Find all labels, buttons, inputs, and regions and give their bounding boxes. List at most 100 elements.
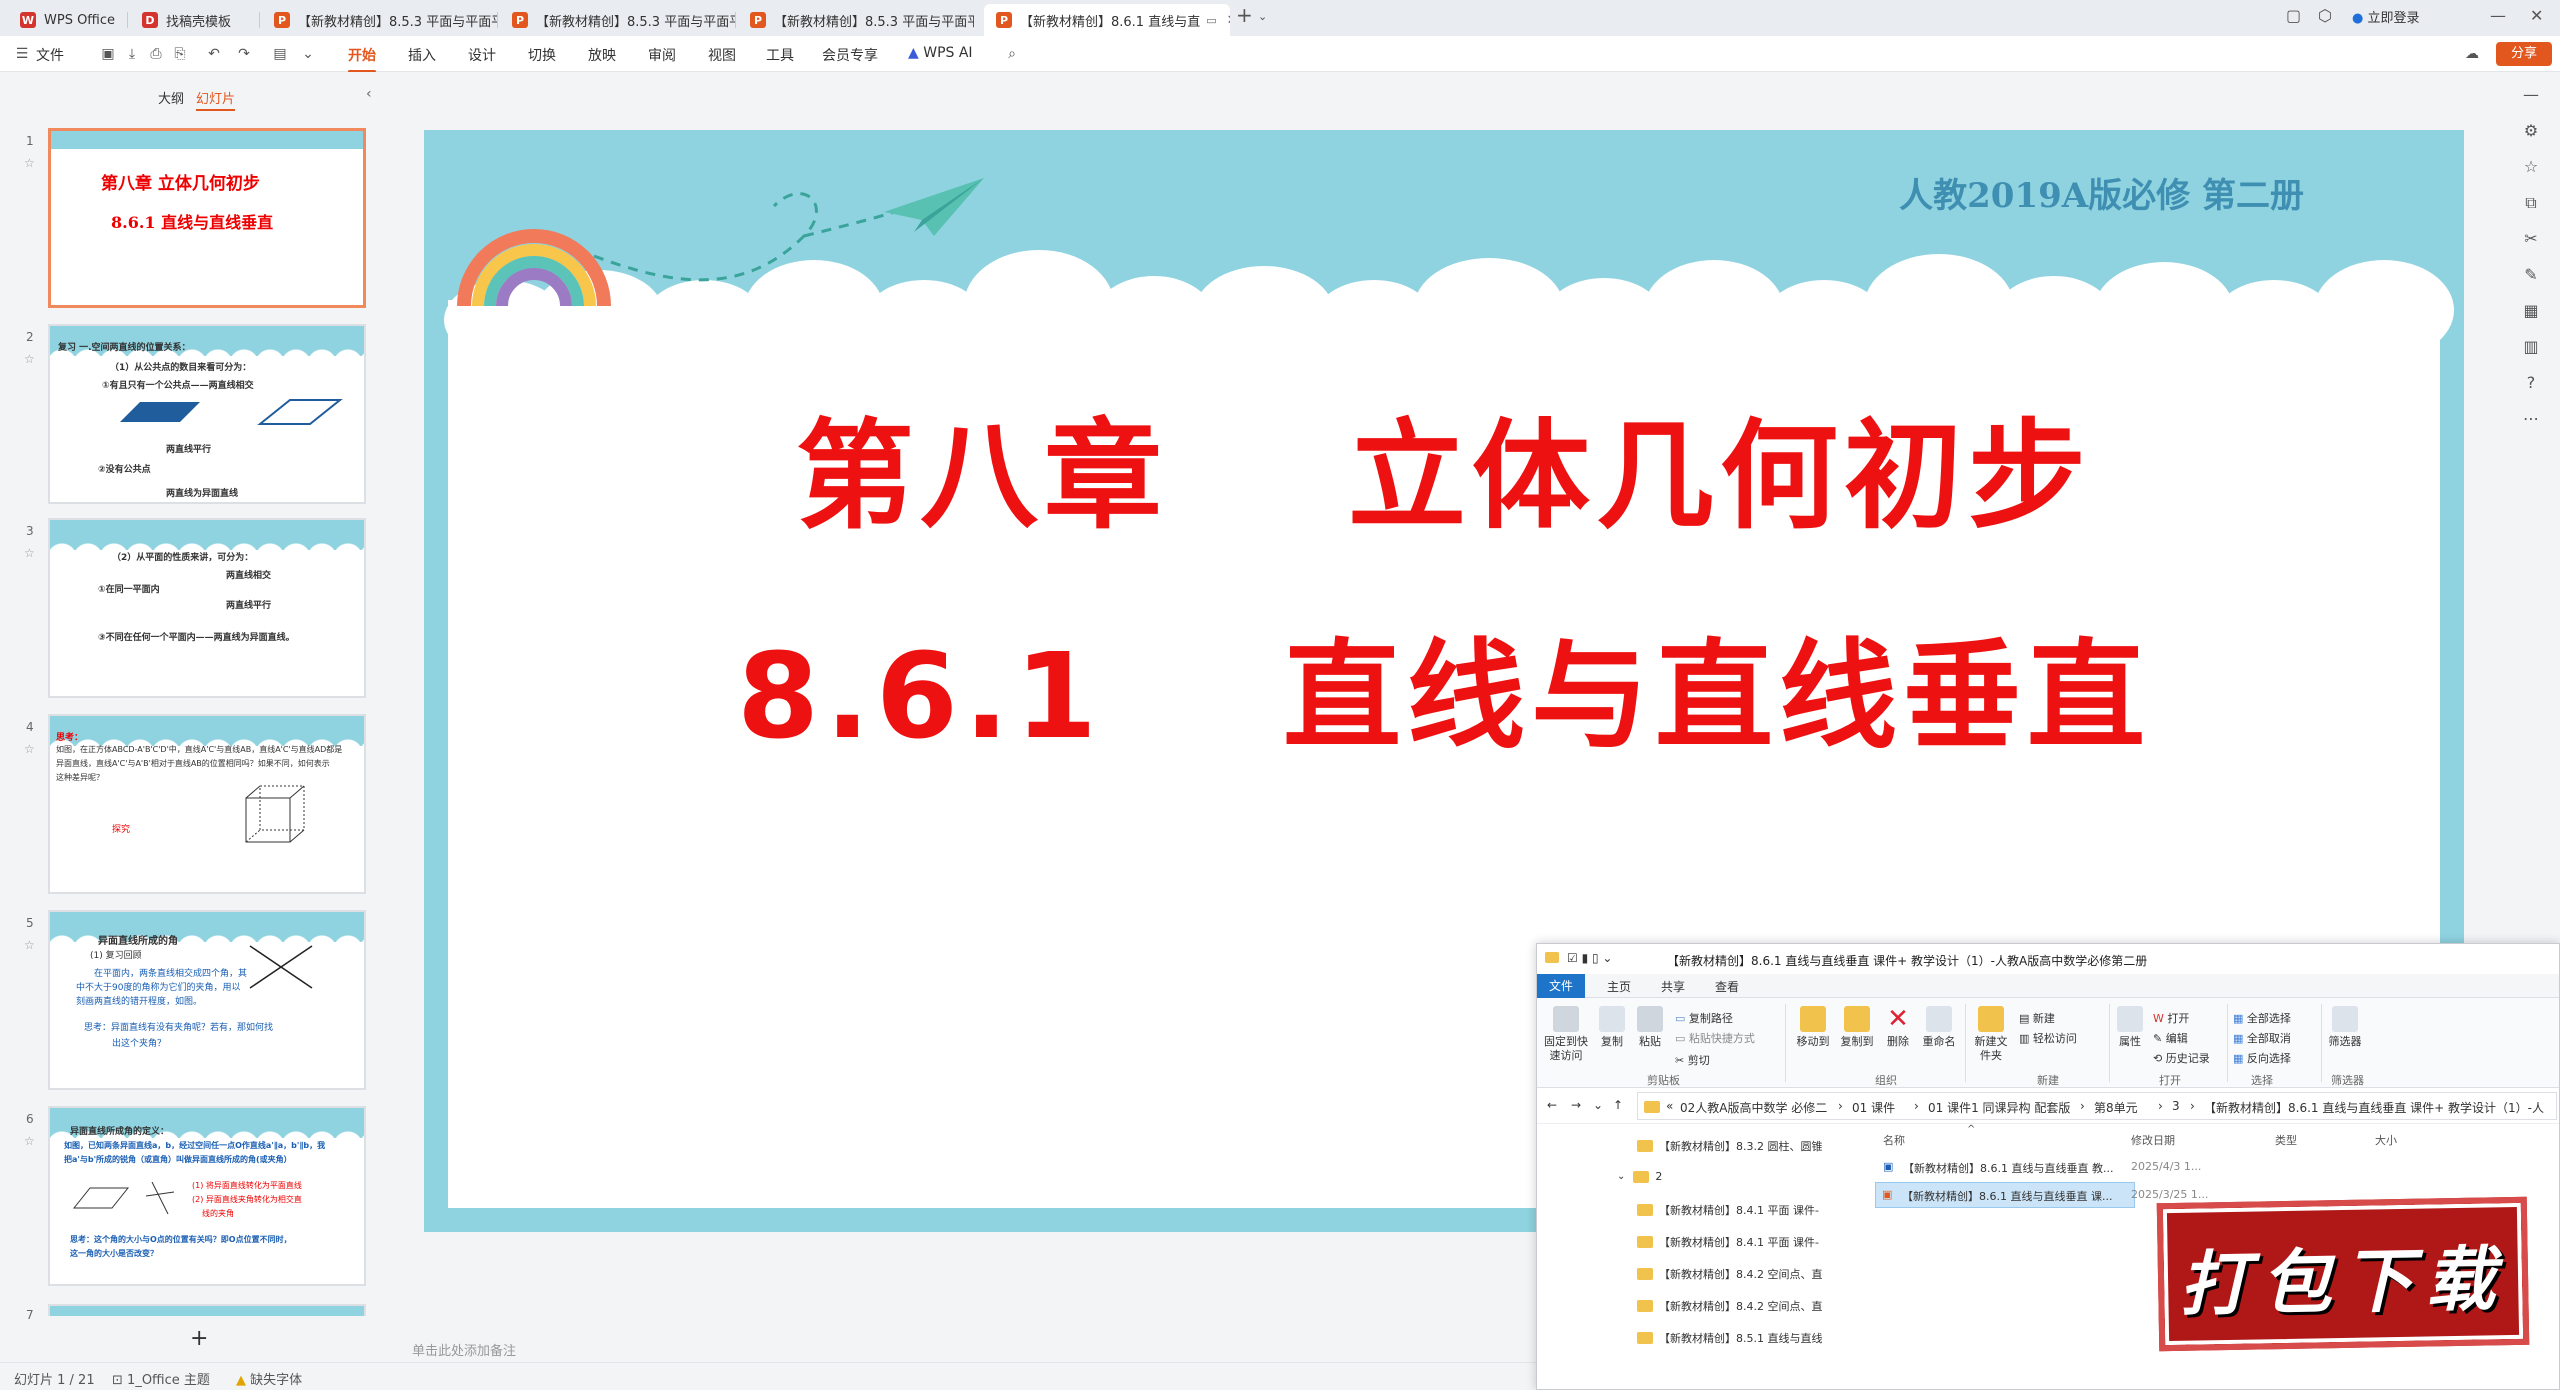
copy-button[interactable]: 复制 <box>1595 1006 1629 1049</box>
easy-access-button[interactable]: ▥ 轻松访问 <box>2019 1030 2077 1046</box>
file-menu[interactable]: 文件 <box>36 45 64 65</box>
menu-view[interactable]: 视图 <box>708 45 736 65</box>
back-arrow-icon[interactable]: ← <box>1547 1098 1557 1112</box>
move-to-button[interactable]: 移动到 <box>1793 1006 1833 1049</box>
column-type[interactable]: 类型 <box>2275 1132 2297 1148</box>
new-folder-button[interactable]: 新建文件夹 <box>1971 1006 2011 1063</box>
collapse-icon[interactable]: — <box>2522 86 2540 104</box>
new-item-button[interactable]: ▤ 新建 <box>2019 1010 2055 1026</box>
nav-folder-item[interactable]: 【新教材精创】8.4.1 平面 课件- <box>1637 1234 1819 1250</box>
nav-folder-item[interactable]: 【新教材精创】8.5.1 直线与直线 <box>1637 1330 1823 1346</box>
select-none-button[interactable]: ▦ 全部取消 <box>2233 1030 2291 1046</box>
nav-folder-item[interactable]: 【新教材精创】8.4.1 平面 课件- <box>1637 1202 1819 1218</box>
expand-chevron-icon[interactable]: ⌄ <box>1617 1171 1625 1182</box>
window-layout-icon[interactable]: ▢ <box>2286 6 2301 25</box>
ribbon-tab-file[interactable]: 文件 <box>1537 974 1586 998</box>
recent-chevron-icon[interactable]: ⌄ <box>1593 1098 1603 1112</box>
redo-icon[interactable]: ↷ <box>236 46 252 62</box>
pin-quick-access-button[interactable]: 固定到快速访问 <box>1541 1006 1591 1063</box>
collapse-panel-icon[interactable]: ‹ <box>366 86 372 102</box>
nav-folder-item[interactable]: 【新教材精创】8.3.2 圆柱、圆锥 <box>1637 1138 1823 1154</box>
column-date[interactable]: 修改日期 <box>2131 1132 2175 1148</box>
paste-shortcut-button[interactable]: ▭ 粘贴快捷方式 <box>1675 1030 1755 1046</box>
more-icon[interactable]: ⌄ <box>300 46 316 62</box>
hamburger-menu-icon[interactable]: ☰ <box>14 46 30 62</box>
column-name[interactable]: 名称 <box>1883 1132 1905 1148</box>
missing-font-indicator[interactable]: ▲ 缺失字体 <box>236 1369 302 1388</box>
ribbon-tab-share[interactable]: 共享 <box>1661 978 1685 995</box>
column-size[interactable]: 大小 <box>2375 1132 2397 1148</box>
path-segment[interactable]: 【新教材精创】8.6.1 直线与直线垂直 课件+ 教学设计（1）-人 <box>2204 1099 2544 1116</box>
menu-slideshow[interactable]: 放映 <box>588 45 616 65</box>
export-icon[interactable]: ⤓ <box>124 46 140 62</box>
print-preview-icon[interactable]: ⎙ <box>148 46 164 62</box>
filter-button[interactable]: 筛选器 <box>2325 1006 2365 1049</box>
menu-design[interactable]: 设计 <box>468 45 496 65</box>
file-row-selected[interactable]: ▣ 【新教材精创】8.6.1 直线与直线垂直 课... <box>1875 1182 2135 1208</box>
cube-icon[interactable]: ⬡ <box>2318 6 2332 25</box>
menu-review[interactable]: 审阅 <box>648 45 676 65</box>
tab-document-active[interactable]: P 【新教材精创】8.6.1 直线与直 ▭ ✕ <box>984 4 1230 36</box>
path-segment[interactable]: 01 课件 <box>1852 1099 1895 1116</box>
more-options-icon[interactable]: ⋯ <box>2522 410 2540 428</box>
edit-button[interactable]: ✎ 编辑 <box>2153 1030 2188 1046</box>
slide-thumbnail-3[interactable]: （2）从平面的性质来讲，可分为： 两直线相交 ①在同一平面内 两直线平行 ③不同… <box>48 518 366 698</box>
tab-document[interactable]: P 【新教材精创】8.5.3 平面与平面平行 <box>262 4 498 36</box>
close-tab-icon[interactable]: ✕ <box>1227 13 1230 28</box>
nav-folder-item[interactable]: 【新教材精创】8.4.2 空间点、直 <box>1637 1266 1823 1282</box>
minimize-icon[interactable]: — <box>2490 6 2506 25</box>
slide-thumbnail-6[interactable]: 异面直线所成角的定义： 如图，已知两条异面直线a，b，经过空间任一点O作直线a'… <box>48 1106 366 1286</box>
star-icon[interactable]: ☆ <box>24 938 35 952</box>
paste-button[interactable]: 粘贴 <box>1633 1006 1667 1049</box>
chevron-down-icon[interactable]: ⌄ <box>1258 10 1267 23</box>
up-arrow-icon[interactable]: ↑ <box>1613 1098 1623 1112</box>
notes-placeholder[interactable]: 单击此处添加备注 <box>412 1340 516 1359</box>
invert-selection-button[interactable]: ▦ 反向选择 <box>2233 1050 2291 1066</box>
menu-transitions[interactable]: 切换 <box>528 45 556 65</box>
slide-thumbnail-1[interactable]: 第八章 立体几何初步 8.6.1 直线与直线垂直 <box>48 128 366 308</box>
cloud-sync-icon[interactable]: ☁ <box>2464 46 2480 62</box>
quick-access-icons[interactable]: ☑ ▮ ▯ ⌄ <box>1567 951 1612 965</box>
menu-home[interactable]: 开始 <box>348 45 376 73</box>
ribbon-tab-home[interactable]: 主页 <box>1607 978 1631 995</box>
star-icon[interactable]: ☆ <box>24 1134 35 1148</box>
slide-thumbnail-5[interactable]: 异面直线所成的角 (1) 复习回顾 在平面内，两条直线相交成四个角，其 中不大于… <box>48 910 366 1090</box>
monitor-icon[interactable]: ▭ <box>1206 14 1216 27</box>
cut-button[interactable]: ✂ 剪切 <box>1675 1052 1710 1068</box>
search-icon[interactable]: ⌕ <box>1004 46 1020 62</box>
close-window-icon[interactable]: ✕ <box>2530 6 2543 25</box>
slide-thumbnail-4[interactable]: 思考： 如图，在正方体ABCD-A'B'C'D'中，直线A'C'与直线AB，直线… <box>48 714 366 894</box>
nav-folder-item[interactable]: ⌄ 2 <box>1617 1170 1662 1183</box>
print-icon[interactable]: ⎘ <box>172 46 188 62</box>
save-icon[interactable]: ▣ <box>100 46 116 62</box>
template-icon[interactable]: ▦ <box>2522 302 2540 320</box>
delete-button[interactable]: ✕ 删除 <box>1883 1006 1913 1049</box>
slide-thumbnail-7[interactable] <box>48 1304 366 1316</box>
forward-arrow-icon[interactable]: → <box>1571 1098 1581 1112</box>
star-icon[interactable]: ☆ <box>24 546 35 560</box>
nav-folder-item[interactable]: 【新教材精创】8.4.2 空间点、直 <box>1637 1298 1823 1314</box>
tab-templates[interactable]: D 找稿壳模板 <box>130 4 260 36</box>
menu-tools[interactable]: 工具 <box>766 45 794 65</box>
copy-path-button[interactable]: ▭ 复制路径 <box>1675 1010 1733 1026</box>
star-outline-icon[interactable]: ☆ <box>2522 158 2540 176</box>
slides-tab[interactable]: 幻灯片 <box>196 88 236 111</box>
path-segment[interactable]: 02人教A版高中数学 必修二 <box>1680 1099 1827 1116</box>
path-segment[interactable]: 3 <box>2172 1099 2180 1113</box>
theme-name[interactable]: ⊡ 1_Office 主题 <box>112 1369 210 1388</box>
select-all-button[interactable]: ▦ 全部选择 <box>2233 1010 2291 1026</box>
book-icon[interactable]: ▥ <box>2522 338 2540 356</box>
file-row[interactable]: ▣ 【新教材精创】8.6.1 直线与直线垂直 教... 2025/4/3 1..… <box>1867 1154 2559 1180</box>
login-button[interactable]: ● 立即登录 <box>2352 7 2420 26</box>
menu-wps-ai[interactable]: ▲ WPS AI <box>908 45 973 61</box>
path-segment[interactable]: 01 课件1 同课异构 配套版 <box>1928 1099 2070 1116</box>
tab-document[interactable]: P 【新教材精创】8.5.3 平面与平面平行 <box>500 4 736 36</box>
format-painter-icon[interactable]: ▤ <box>272 46 288 62</box>
path-segment[interactable]: 第8单元 <box>2094 1099 2138 1116</box>
star-icon[interactable]: ☆ <box>24 742 35 756</box>
history-button[interactable]: ⟲ 历史记录 <box>2153 1050 2210 1066</box>
undo-icon[interactable]: ↶ <box>206 46 222 62</box>
outline-tab[interactable]: 大纲 <box>158 88 184 107</box>
properties-button[interactable]: 属性 <box>2113 1006 2147 1049</box>
menu-insert[interactable]: 插入 <box>408 45 436 65</box>
